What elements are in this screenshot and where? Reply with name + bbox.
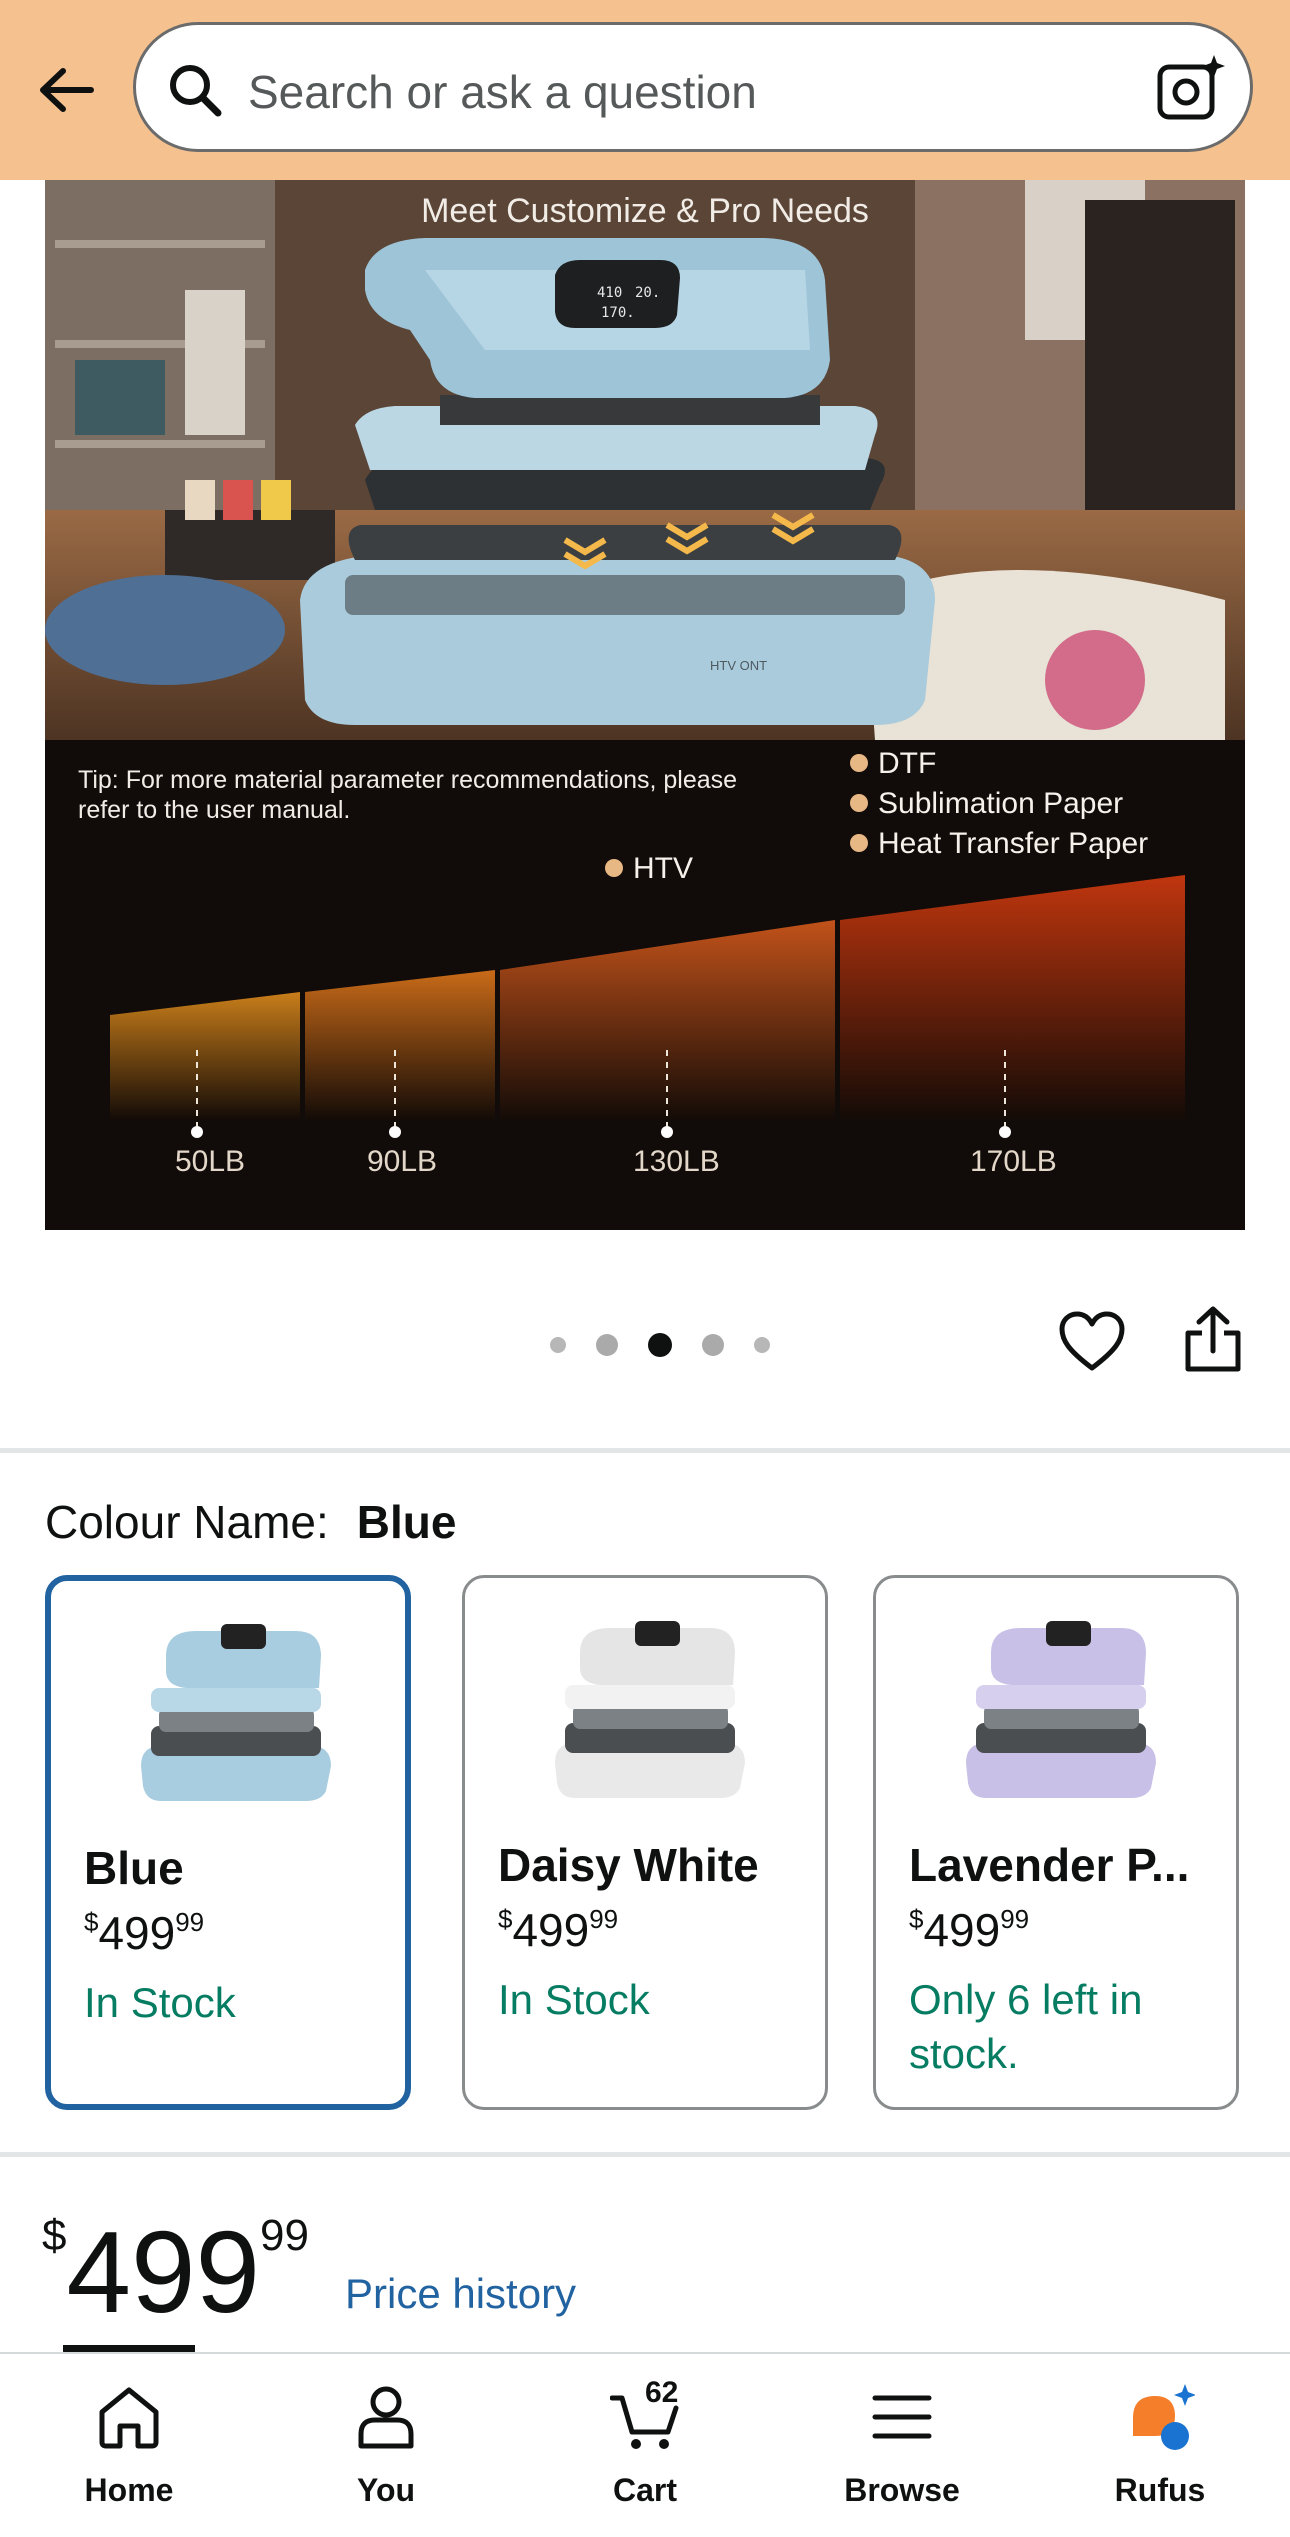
product-thumbnail	[966, 1621, 1156, 1798]
price-history-link[interactable]: Price history	[345, 2270, 576, 2318]
material-tag: HTV	[605, 852, 693, 886]
heat-press-product-photo: 410 20. 170. HTV ONT	[45, 180, 1245, 1230]
carousel-dot[interactable]	[702, 1334, 724, 1356]
pressure-label: 170LB	[970, 1145, 1057, 1178]
colour-option-name: Blue	[84, 1842, 184, 1894]
arrow-left-icon	[40, 68, 94, 112]
colour-option-stock: In Stock	[498, 1976, 650, 2023]
colour-name-row: Colour Name: Blue	[45, 1495, 456, 1549]
colour-option-price: $49999	[909, 1904, 1030, 1956]
heart-icon[interactable]	[1058, 1310, 1126, 1374]
material-tag: Heat Transfer Paper	[850, 827, 1148, 861]
colour-option-blue[interactable]: Blue $49999 In Stock	[45, 1575, 411, 2110]
hero-tip-text: Tip: For more material parameter recomme…	[78, 766, 738, 824]
menu-icon	[872, 2395, 932, 2439]
check-icon	[850, 834, 868, 853]
camera-lens-icon[interactable]	[1154, 53, 1226, 125]
svg-text:HTV ONT: HTV ONT	[710, 658, 767, 673]
product-thumbnail	[141, 1624, 331, 1801]
nav-browse[interactable]: Browse	[802, 2354, 1002, 2537]
nav-cart[interactable]: 62 Cart	[545, 2354, 745, 2537]
cart-count-badge: 62	[645, 2376, 679, 2409]
colour-option-name: Lavender P...	[909, 1839, 1190, 1891]
colour-option-price: $49999	[498, 1904, 619, 1956]
product-price: $49999	[42, 2207, 309, 2337]
product-image-carousel[interactable]: 410 20. 170. HTV ONT Meet Customize & Pr…	[45, 180, 1245, 1230]
nav-you[interactable]: You	[286, 2354, 486, 2537]
check-icon	[605, 859, 623, 878]
pressure-label: 50LB	[175, 1145, 246, 1178]
material-tag: Sublimation Paper	[850, 787, 1123, 821]
bottom-nav: Home You 62 Cart Browse Rufus	[0, 2352, 1290, 2537]
colour-value: Blue	[356, 1496, 457, 1548]
search-placeholder: Search or ask a question	[248, 66, 757, 118]
colour-option-price: $49999	[84, 1907, 205, 1959]
carousel-dot[interactable]	[550, 1337, 566, 1353]
carousel-dot[interactable]	[596, 1334, 618, 1356]
check-icon	[850, 754, 868, 773]
carousel-dot[interactable]	[754, 1337, 770, 1353]
colour-label: Colour Name:	[45, 1496, 329, 1548]
back-button[interactable]	[30, 55, 100, 125]
hero-title: Meet Customize & Pro Needs	[421, 192, 869, 230]
carousel-dots[interactable]	[535, 1330, 785, 1360]
colour-option-stock: Only 6 left in stock.	[909, 1976, 1143, 2077]
svg-text:170.: 170.	[601, 305, 635, 321]
check-icon	[850, 794, 868, 813]
section-divider	[0, 1448, 1290, 1453]
svg-text:20.: 20.	[635, 285, 660, 301]
pressure-label: 90LB	[367, 1145, 438, 1178]
section-divider	[0, 2152, 1290, 2157]
svg-text:410: 410	[597, 285, 622, 301]
nav-rufus[interactable]: Rufus	[1060, 2354, 1260, 2537]
colour-option-name: Daisy White	[498, 1839, 759, 1891]
nav-home[interactable]: Home	[29, 2354, 229, 2537]
share-icon[interactable]	[1180, 1305, 1246, 1373]
colour-option-lavender[interactable]: Lavender P... $49999 Only 6 left in stoc…	[873, 1575, 1239, 2110]
person-icon	[358, 2386, 414, 2449]
colour-option-stock: In Stock	[84, 1979, 236, 2026]
search-icon	[170, 65, 222, 117]
search-bar[interactable]: Search or ask a question	[133, 22, 1253, 152]
top-header: Search or ask a question	[0, 0, 1290, 180]
carousel-dot-active[interactable]	[648, 1333, 672, 1357]
home-icon	[99, 2387, 159, 2449]
material-tag: DTF	[850, 747, 936, 781]
rufus-assistant-icon	[1133, 2384, 1195, 2450]
pressure-label: 130LB	[633, 1145, 720, 1178]
product-thumbnail	[555, 1621, 745, 1798]
colour-option-daisy-white[interactable]: Daisy White $49999 In Stock	[462, 1575, 828, 2110]
